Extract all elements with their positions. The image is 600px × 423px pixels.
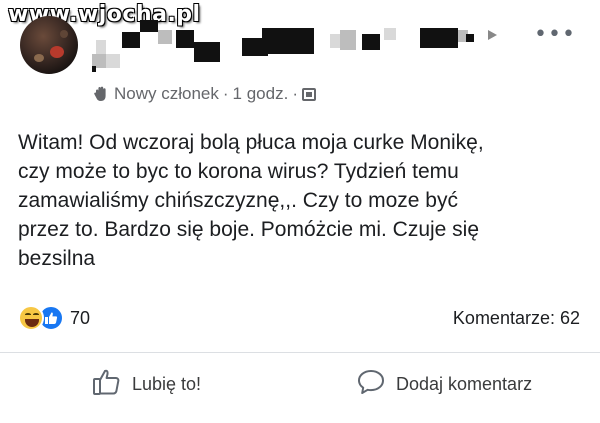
thumbs-up-icon — [92, 368, 122, 401]
post-time[interactable]: 1 godz. — [233, 84, 289, 104]
post-line: bezsilna — [18, 247, 96, 270]
reaction-count: 70 — [70, 307, 91, 328]
haha-icon — [18, 305, 44, 331]
post-line: przez to. Bardzo się boje. Pomóżcie mi. … — [18, 218, 480, 241]
separator-dot: · — [222, 84, 229, 103]
play-icon — [488, 30, 497, 40]
separator-dot: · — [292, 84, 298, 103]
avatar[interactable] — [20, 16, 78, 74]
comment-button[interactable]: Dodaj komentarz — [356, 368, 532, 401]
post-line: czy może to byc to korona wirus? Tydzień… — [18, 160, 459, 183]
comment-icon — [356, 368, 386, 401]
privacy-group-icon — [301, 87, 316, 101]
wave-icon — [92, 85, 110, 103]
comment-label: Dodaj komentarz — [396, 374, 533, 394]
more-options-icon[interactable]: ••• — [534, 22, 576, 47]
member-badge[interactable]: Nowy członek — [114, 84, 219, 104]
like-label: Lubię to! — [132, 374, 202, 394]
comments-count[interactable]: Komentarze: 62 — [453, 308, 580, 329]
like-button[interactable]: Lubię to! — [92, 368, 201, 401]
post-meta: Nowy członek · 1 godz. · — [92, 84, 316, 104]
post-line: zamawialiśmy chińszczyznę,,. Czy to moze… — [18, 189, 458, 212]
divider — [0, 352, 600, 353]
reactions-summary[interactable]: 70 — [18, 305, 90, 331]
post-line: Witam! Od wczoraj bolą płuca moja curke … — [18, 131, 484, 154]
post-text: Witam! Od wczoraj bolą płuca moja curke … — [18, 128, 578, 273]
